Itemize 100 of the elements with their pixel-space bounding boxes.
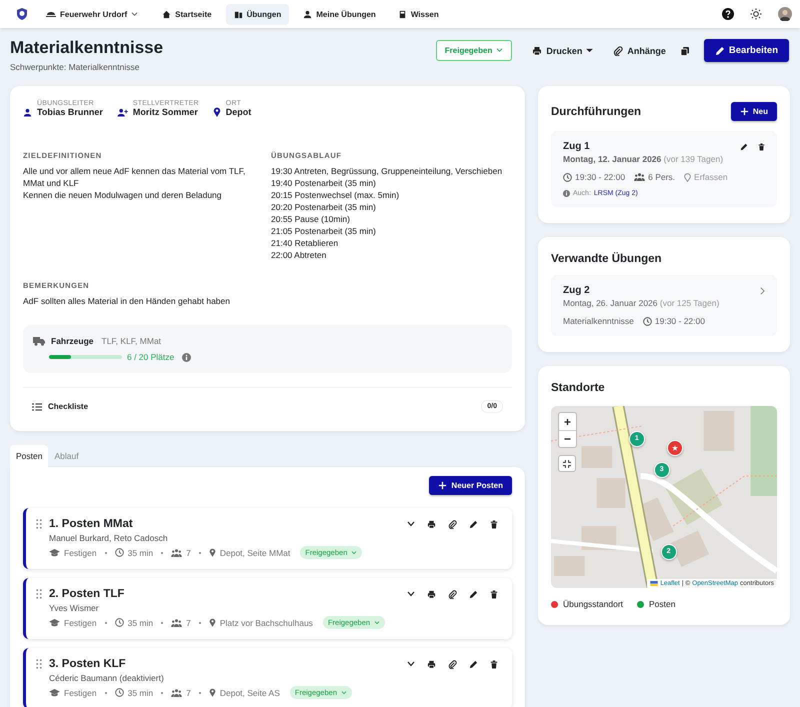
post-people: Céderic Baumann (deaktiviert) <box>49 673 165 683</box>
tab[interactable]: Posten <box>10 445 48 467</box>
clock-icon <box>563 172 572 182</box>
goal-text: Kennen die neuen Modulwagen und deren Beladung <box>23 189 222 201</box>
print-button[interactable]: Drucken <box>532 46 594 56</box>
list-icon <box>32 402 42 410</box>
pencil-icon[interactable] <box>740 142 748 150</box>
fullscreen-button[interactable] <box>558 455 576 472</box>
drag-handle-icon[interactable] <box>36 659 42 669</box>
drag-handle-icon[interactable] <box>36 519 42 529</box>
post-participants: 7 <box>186 618 191 628</box>
post-location: Depot, Seite MMat <box>220 548 290 558</box>
remarks-text: AdF sollten alles Material in den Händen gehabt haben <box>23 295 231 307</box>
graduation-cap-icon <box>49 688 60 696</box>
schedule-line: 22:00 Abtreten <box>271 249 328 261</box>
card-title: Durchführungen <box>551 106 642 118</box>
info-icon <box>563 190 570 197</box>
edit-button[interactable]: Bearbeiten <box>704 39 789 62</box>
pencil-icon[interactable] <box>469 660 478 668</box>
chevron-down-icon[interactable] <box>407 661 415 667</box>
attachments-button[interactable]: Anhänge <box>613 46 666 56</box>
caret-icon <box>586 48 594 53</box>
post-participants: 7 <box>186 688 191 698</box>
pencil-icon[interactable] <box>469 520 478 528</box>
post-title: 3. Posten KLF <box>49 658 126 670</box>
execution-persons: 6 Pers. <box>648 172 676 182</box>
shield-icon[interactable] <box>16 7 28 21</box>
info-icon[interactable] <box>182 352 192 362</box>
chevron-down-icon[interactable] <box>407 521 415 527</box>
page-subtitle: Schwerpunkte: Materialkenntnisse <box>10 62 140 72</box>
trash-icon[interactable] <box>490 590 498 598</box>
exercise-time: 19:30 - 22:00 <box>654 316 705 326</box>
post-title: 1. Posten MMat <box>49 518 133 530</box>
page-title: Materialkenntnisse <box>10 38 164 58</box>
vehicles-label: Fahrzeuge <box>51 336 94 346</box>
paperclip-icon <box>613 46 624 56</box>
star-icon <box>672 444 678 451</box>
sun-icon[interactable] <box>750 8 762 20</box>
chevron-down-icon <box>351 550 358 554</box>
copy-icon[interactable] <box>680 46 690 56</box>
goal-text: Alle und vor allem neue AdF kennen das Material vom TLF, MMat und KLF <box>23 165 246 189</box>
printer-icon[interactable] <box>427 520 436 528</box>
schedule-line: 21:40 Retablieren <box>271 237 340 249</box>
schedule-line: 19:30 Antreten, Begrüssung, Gruppeneinteilung, Verschieben <box>271 165 504 177</box>
new-button[interactable]: Neu <box>730 102 777 121</box>
zoom-in-button[interactable]: + <box>559 413 576 430</box>
schedule-line: 20:15 Postenwechsel (max. 5min) <box>271 189 400 201</box>
checklist-label[interactable]: Checkliste <box>48 402 88 411</box>
nav-tab[interactable]: Übungen <box>226 4 290 24</box>
nav-tab[interactable]: Wissen <box>390 4 447 24</box>
helmet-icon <box>46 9 56 19</box>
plus-icon <box>740 107 749 116</box>
execution-date: Montag, 12. Januar 2026 <box>563 154 662 164</box>
post-people: Yves Wismer <box>49 603 100 613</box>
exercise-topic: Materialkenntnisse <box>563 316 634 326</box>
book-icon <box>398 10 407 18</box>
pencil-icon[interactable] <box>469 590 478 598</box>
nav-tab[interactable]: Startseite <box>154 4 220 24</box>
drag-handle-icon[interactable] <box>36 589 42 599</box>
paperclip-icon[interactable] <box>448 590 457 598</box>
nav-tab[interactable]: Meine Übungen <box>295 4 384 24</box>
chevron-down-icon <box>374 620 380 624</box>
person-icon <box>303 10 312 18</box>
chevron-down-icon[interactable] <box>407 591 415 597</box>
fullscreen-icon <box>563 460 571 468</box>
paperclip-icon[interactable] <box>448 660 457 668</box>
zoom-out-button[interactable]: − <box>559 430 576 447</box>
book-icon <box>234 10 243 18</box>
trash-icon[interactable] <box>490 520 498 528</box>
printer-icon[interactable] <box>427 660 436 668</box>
printer-icon[interactable] <box>427 590 436 598</box>
organization-dropdown[interactable]: Feuerwehr Urdorf <box>46 9 138 19</box>
related-exercise-entry[interactable]: Zug 2 Montag, 26. Januar 2026 (vor 125 Tagen) Materialkenntnisse 19:30 - 22:00 <box>551 275 777 336</box>
trash-icon[interactable] <box>490 660 498 668</box>
plus-icon <box>438 481 448 490</box>
chevron-right-icon <box>760 286 765 294</box>
clock-icon <box>114 618 124 627</box>
post-category: Festigen <box>64 688 97 698</box>
schedule-line: 19:40 Postenarbeit (35 min) <box>271 177 377 189</box>
people-icon <box>634 173 646 181</box>
field-value: Tobias Brunner <box>37 107 103 117</box>
new-post-button[interactable]: Neuer Posten <box>429 476 512 495</box>
post-title: 2. Posten TLF <box>49 588 124 600</box>
paperclip-icon[interactable] <box>448 520 457 528</box>
chevron-down-icon <box>496 48 504 53</box>
people-icon <box>171 688 182 696</box>
post-people: Manuel Burkard, Reto Cadosch <box>49 533 169 543</box>
vehicles-list: TLF, KLF, MMat <box>102 336 162 346</box>
avatar[interactable] <box>778 7 792 21</box>
printer-icon <box>532 46 542 56</box>
legend-label: Posten <box>649 599 676 609</box>
flag-icon <box>650 581 658 586</box>
people-icon <box>171 618 182 626</box>
clock-icon <box>642 316 652 326</box>
schedule-line: 20:55 Pause (10min) <box>271 213 351 225</box>
person-plus-icon <box>116 108 128 117</box>
help-icon[interactable] <box>722 8 734 20</box>
execution-time: 19:30 - 22:00 <box>575 172 626 182</box>
trash-icon[interactable] <box>758 142 765 150</box>
location-pin-icon <box>208 688 216 697</box>
